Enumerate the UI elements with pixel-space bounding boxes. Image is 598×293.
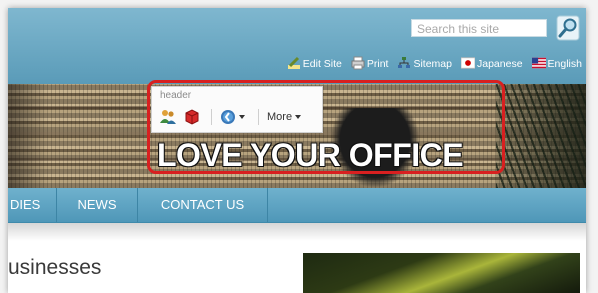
edit-site-link[interactable]: Edit Site [287,56,342,70]
search-icon [556,15,580,41]
print-label: Print [366,58,389,70]
search-placeholder: Search this site [417,22,500,36]
english-label: English [547,58,582,70]
edit-site-label: Edit Site [302,58,342,70]
selection-highlight [147,80,505,174]
english-link[interactable]: English [531,56,582,70]
nav-item-contact-us[interactable]: CONTACT US [138,188,267,222]
main-nav: DIES NEWS CONTACT US [8,188,586,223]
nav-item-news[interactable]: NEWS [57,188,137,222]
search-input[interactable]: Search this site [411,19,547,37]
japanese-label: Japanese [477,58,523,70]
page-frame: Search this site Edit Site Print Sitemap… [8,8,586,293]
japan-flag-icon [461,57,475,69]
sitemap-label: Sitemap [413,58,452,70]
section-title: usinesses [8,256,102,279]
search-button[interactable] [556,15,580,41]
printer-icon [351,56,365,70]
nav-separator [267,188,268,222]
feature-image [303,253,580,293]
sitemap-link[interactable]: Sitemap [397,56,452,70]
nav-shadow [8,223,586,241]
sitemap-icon [398,57,411,68]
site-header: Search this site Edit Site Print Sitemap… [8,8,586,84]
nav-item-studies[interactable]: DIES [8,188,56,222]
japanese-link[interactable]: Japanese [461,56,523,70]
banner-shade [8,84,48,188]
banner-plant [496,84,586,188]
pencil-icon [287,56,300,69]
header-links: Edit Site Print Sitemap Japanese English [287,56,582,70]
us-flag-icon [531,57,546,69]
print-link[interactable]: Print [351,56,389,70]
